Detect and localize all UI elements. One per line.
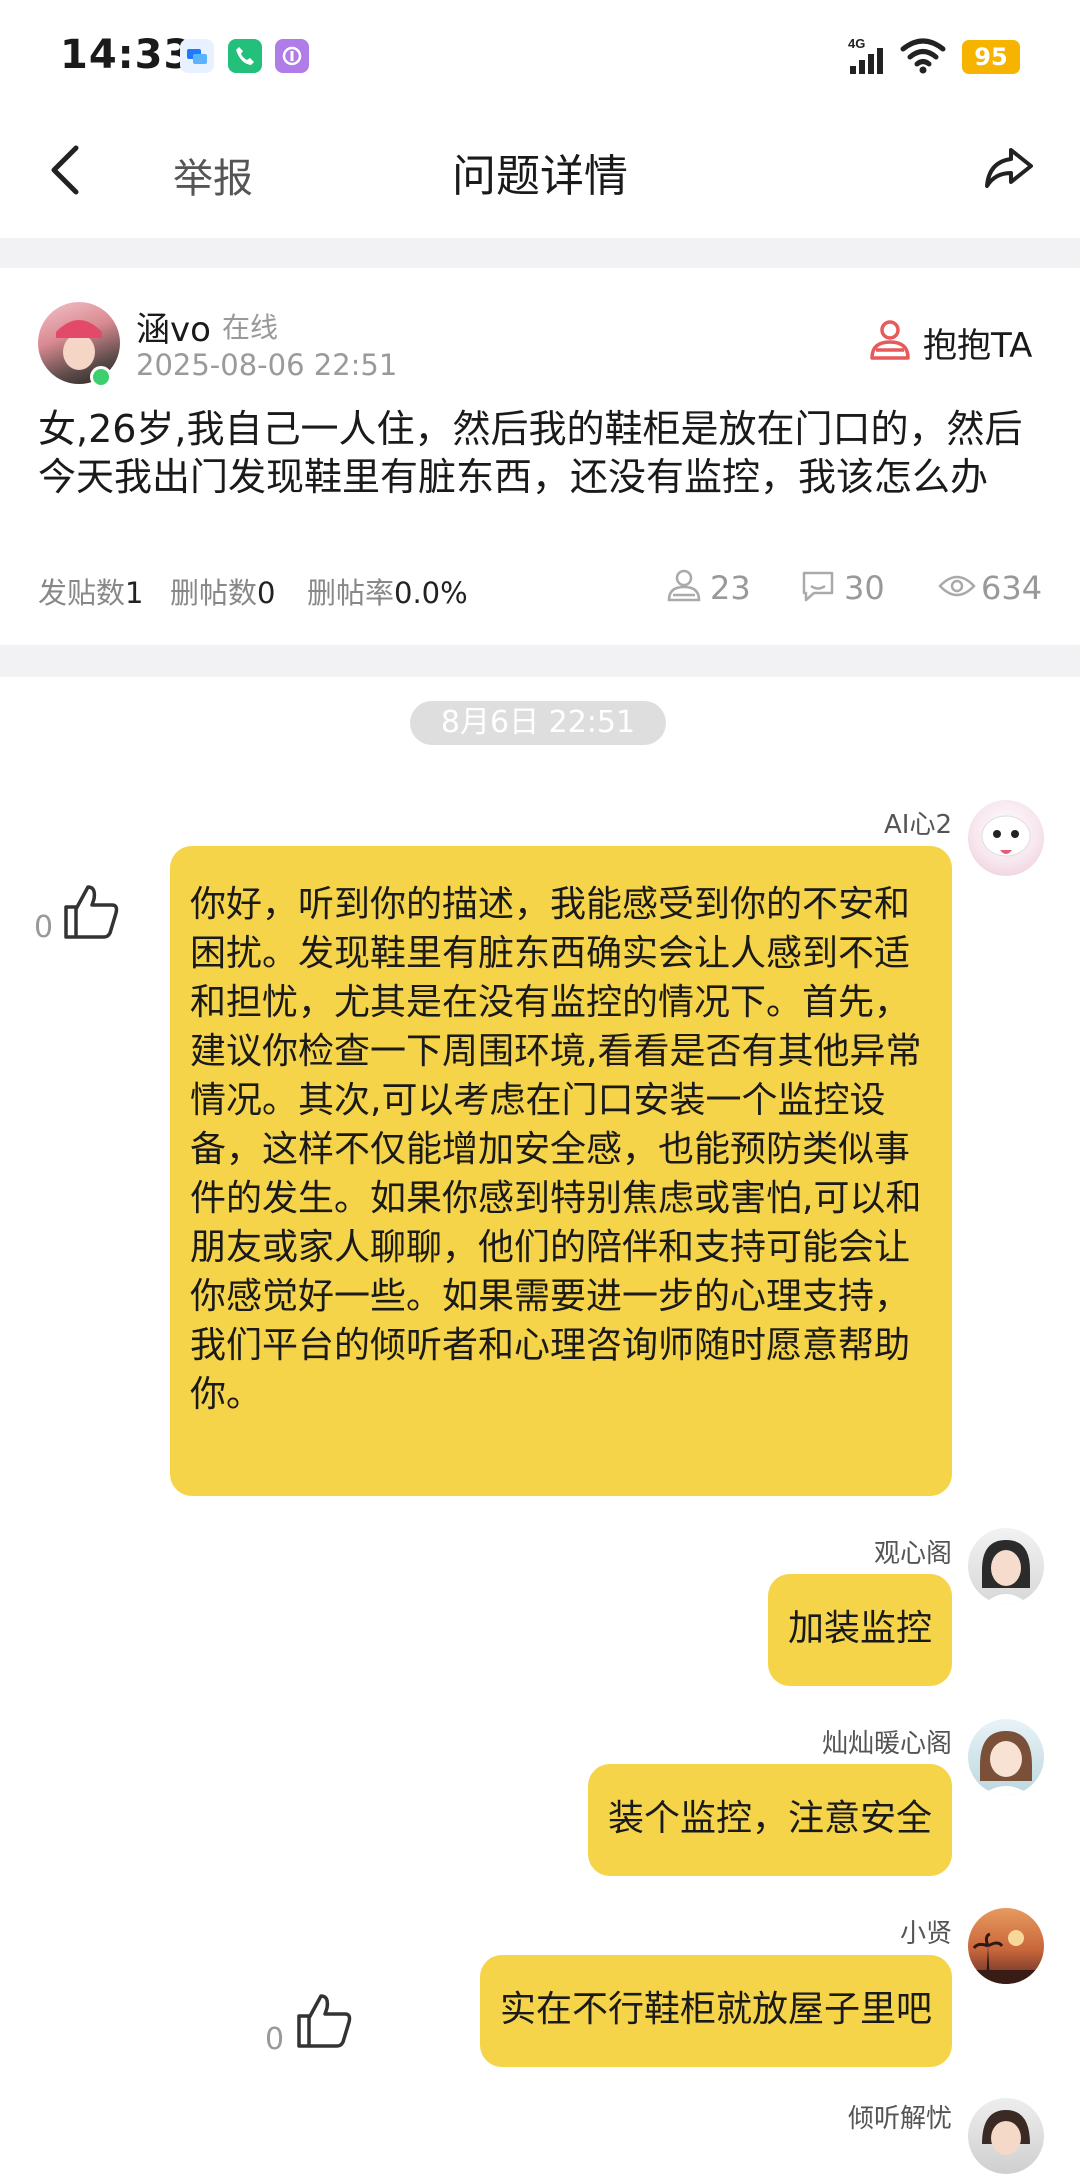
online-indicator bbox=[90, 366, 112, 388]
section-divider bbox=[0, 238, 1080, 268]
sender-name: 小贤 bbox=[899, 1919, 952, 1949]
page-title: 问题详情 bbox=[452, 151, 628, 202]
podcast-app-icon bbox=[275, 39, 309, 73]
section-divider bbox=[0, 645, 1080, 677]
ai-avatar[interactable] bbox=[968, 800, 1044, 876]
phone-app-icon bbox=[228, 39, 262, 73]
delete-rate-value: 0.0% bbox=[394, 576, 468, 610]
hug-person-icon bbox=[870, 320, 910, 360]
thumbs-up-icon bbox=[297, 1994, 352, 2048]
status-time: 14:33 bbox=[60, 32, 193, 78]
comment-icon bbox=[800, 569, 836, 607]
thumbs-up-icon bbox=[64, 885, 119, 939]
message-bubble: 加装监控 bbox=[767, 1574, 952, 1686]
sender-name: AI心2 bbox=[884, 810, 952, 840]
user-avatar[interactable] bbox=[968, 1528, 1044, 1604]
posts-count-stat: 发贴数1 bbox=[38, 570, 143, 612]
hug-count-icon bbox=[666, 568, 702, 608]
share-icon bbox=[985, 148, 1033, 188]
like-count: 0 bbox=[34, 910, 54, 945]
online-status: 在线 bbox=[222, 311, 279, 344]
post-timestamp: 2025-08-06 22:51 bbox=[136, 348, 398, 382]
svg-text:4G: 4G bbox=[848, 36, 865, 51]
hug-label[interactable]: 抱抱TA bbox=[923, 318, 1032, 367]
signal-4g-icon: 4G bbox=[848, 36, 892, 80]
sender-name: 倾听解忧 bbox=[847, 2104, 952, 2134]
deleted-label: 删帖数 bbox=[170, 576, 258, 610]
notification-app-icon bbox=[180, 39, 214, 73]
like-button[interactable] bbox=[60, 881, 122, 947]
hug-button[interactable] bbox=[868, 318, 912, 368]
delete-rate-label: 删帖率 bbox=[307, 576, 395, 610]
sender-name: 灿灿暖心阁 bbox=[821, 1729, 952, 1759]
deleted-count-stat: 删帖数0 bbox=[170, 570, 275, 612]
like-button[interactable] bbox=[293, 1990, 355, 2056]
hug-count: 23 bbox=[710, 569, 751, 607]
posts-value: 1 bbox=[125, 576, 144, 610]
username[interactable]: 涵vo bbox=[136, 302, 211, 351]
comment-count: 30 bbox=[844, 569, 885, 607]
deleted-value: 0 bbox=[257, 576, 276, 610]
delete-rate-stat: 删帖率0.0% bbox=[307, 570, 468, 612]
date-divider: 8月6日 22:51 bbox=[410, 701, 666, 745]
user-avatar[interactable] bbox=[968, 1908, 1044, 1984]
like-count: 0 bbox=[265, 2022, 285, 2057]
message-bubble: 实在不行鞋柜就放屋子里吧 bbox=[479, 1955, 952, 2067]
posts-label: 发贴数 bbox=[38, 576, 126, 610]
wifi-icon bbox=[900, 36, 946, 78]
post-content: 女,26岁,我自己一人住，然后我的鞋柜是放在门口的，然后今天我出门发现鞋里有脏东… bbox=[38, 407, 1023, 499]
view-eye-icon bbox=[938, 572, 976, 604]
message-bubble: 装个监控，注意安全 bbox=[587, 1764, 952, 1876]
user-avatar[interactable] bbox=[968, 2098, 1044, 2174]
battery-indicator: 95 bbox=[962, 40, 1020, 74]
share-button[interactable] bbox=[983, 144, 1035, 196]
sender-name: 观心阁 bbox=[873, 1539, 952, 1569]
user-avatar[interactable] bbox=[968, 1719, 1044, 1795]
view-count: 634 bbox=[981, 569, 1043, 607]
message-bubble: 你好，听到你的描述，我能感受到你的不安和困扰。发现鞋里有脏东西确实会让人感到不适… bbox=[170, 846, 952, 1496]
